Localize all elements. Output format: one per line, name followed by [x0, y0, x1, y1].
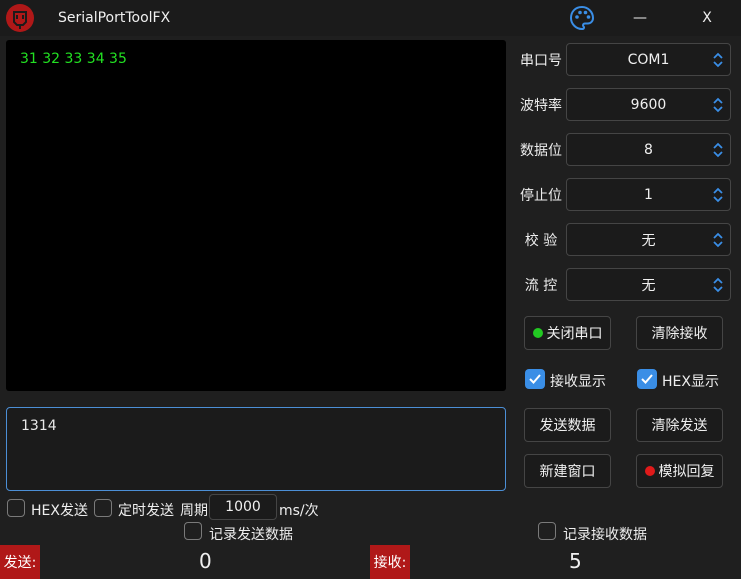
period-unit: ms/次 [279, 503, 319, 519]
port-status-indicator-icon [532, 328, 543, 338]
sim-reply-label: 模拟回复 [658, 464, 715, 480]
port-label: 串口号 [520, 53, 562, 69]
log-send-checkbox[interactable] [184, 522, 202, 540]
checkmark-icon [641, 374, 653, 384]
hex-send-label: HEX发送 [31, 503, 88, 519]
flow-select[interactable]: 无 [566, 268, 731, 301]
app-title: SerialPortToolFX [58, 10, 171, 26]
new-window-label: 新建窗口 [539, 464, 596, 480]
timed-send-label: 定时发送 [118, 503, 174, 519]
period-input[interactable]: 1000 [209, 494, 277, 520]
baud-select[interactable]: 9600 [566, 88, 731, 121]
received-count: 5 [569, 549, 582, 573]
data-bits-value: 8 [644, 141, 653, 158]
port-value: COM1 [627, 51, 670, 68]
close-port-label: 关闭串口 [546, 326, 603, 342]
parity-label: 校 验 [524, 233, 558, 249]
send-data-label: 发送数据 [539, 418, 596, 434]
log-receive-label: 记录接收数据 [563, 527, 647, 543]
received-count-tag: 接收: [370, 545, 410, 579]
period-value: 1000 [225, 499, 261, 515]
clear-receive-label: 清除接收 [651, 326, 708, 342]
minimize-button[interactable]: — [622, 4, 658, 32]
title-bar: SerialPortToolFX — X [0, 0, 741, 36]
log-receive-checkbox[interactable] [538, 522, 556, 540]
baud-value: 9600 [630, 96, 667, 113]
receive-textarea[interactable]: 31 32 33 34 35 [6, 40, 506, 391]
receive-text: 31 32 33 34 35 [20, 51, 127, 67]
new-window-button[interactable]: 新建窗口 [524, 454, 611, 488]
updown-chevron-icon [713, 52, 723, 68]
serial-plug-icon [6, 4, 34, 32]
parity-select[interactable]: 无 [566, 223, 731, 256]
parity-value: 无 [641, 232, 656, 249]
clear-send-label: 清除发送 [651, 418, 708, 434]
send-data-button[interactable]: 发送数据 [524, 408, 611, 442]
log-send-label: 记录发送数据 [209, 527, 293, 543]
stop-bits-label: 停止位 [520, 188, 562, 204]
sim-reply-indicator-icon [644, 466, 655, 476]
send-text: 1314 [21, 418, 57, 434]
hex-display-label: HEX显示 [662, 374, 719, 390]
palette-icon[interactable] [568, 4, 596, 32]
close-button[interactable]: X [689, 4, 725, 32]
data-bits-label: 数据位 [520, 143, 562, 159]
flow-label: 流 控 [524, 278, 558, 294]
clear-send-button[interactable]: 清除发送 [636, 408, 723, 442]
updown-chevron-icon [713, 142, 723, 158]
updown-chevron-icon [713, 187, 723, 203]
receive-display-label: 接收显示 [550, 374, 606, 390]
updown-chevron-icon [713, 277, 723, 293]
data-bits-select[interactable]: 8 [566, 133, 731, 166]
baud-label: 波特率 [520, 98, 562, 114]
sent-count: 0 [199, 549, 212, 573]
updown-chevron-icon [713, 97, 723, 113]
stop-bits-value: 1 [644, 186, 653, 203]
flow-value: 无 [641, 277, 656, 294]
sent-count-tag: 发送: [0, 545, 40, 579]
hex-display-checkbox[interactable] [637, 369, 657, 389]
close-port-button[interactable]: 关闭串口 [524, 316, 611, 350]
period-label: 周期 [180, 503, 208, 519]
sim-reply-button[interactable]: 模拟回复 [636, 454, 723, 488]
updown-chevron-icon [713, 232, 723, 248]
hex-send-checkbox[interactable] [7, 499, 25, 517]
send-textarea[interactable]: 1314 [6, 407, 506, 491]
timed-send-checkbox[interactable] [94, 499, 112, 517]
checkmark-icon [529, 374, 541, 384]
port-select[interactable]: COM1 [566, 43, 731, 76]
receive-display-checkbox[interactable] [525, 369, 545, 389]
stop-bits-select[interactable]: 1 [566, 178, 731, 211]
clear-receive-button[interactable]: 清除接收 [636, 316, 723, 350]
